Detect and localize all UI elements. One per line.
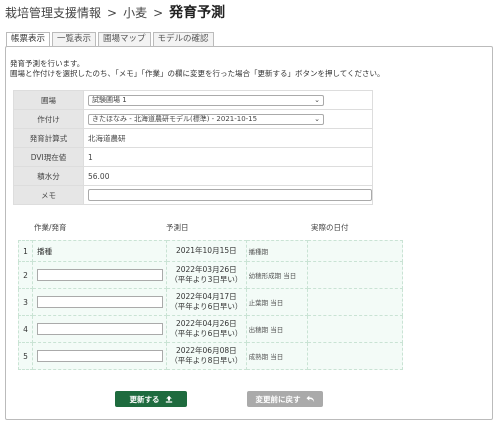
undo-icon [306, 395, 314, 403]
row-number: 5 [18, 342, 33, 370]
intro-line-2: 圃場と作付けを選択したのち、「メモ」「作業」の欄に変更を行った場合「更新する」ボ… [10, 69, 385, 78]
stage-label: 出穂期 当日 [245, 315, 309, 343]
table-row: 1 播種 2021年10月15日 播種期 [18, 240, 403, 262]
chevron-down-icon: ⌄ [314, 114, 320, 123]
schedule-table: 1 播種 2021年10月15日 播種期 2 2022年03月26日 （平年より… [18, 240, 403, 370]
stage-label: 成熟期 当日 [245, 342, 309, 370]
predicted-date-value: 2021年10月15日 [175, 246, 237, 255]
table-row: 4 2022年04月26日 （平年より6日早い） 出穂期 当日 [18, 315, 403, 343]
row-number: 3 [18, 288, 33, 316]
actual-date-cell [307, 261, 403, 289]
stage-label: 幼穂形成期 当日 [245, 261, 309, 289]
work-text: 播種 [31, 240, 167, 262]
water-value: 56.00 [83, 166, 373, 186]
predicted-date: 2022年06月08日 （平年より8日早い） [165, 342, 247, 370]
tab-form-view[interactable]: 帳票表示 [6, 32, 51, 47]
predicted-date: 2022年03月26日 （平年より3日早い） [165, 261, 247, 289]
memo-label: メモ [13, 185, 84, 205]
predicted-date-note: （平年より6日早い） [170, 329, 243, 338]
intro-line-1: 発育予測を行います。 [10, 59, 85, 68]
update-button-label: 更新する [129, 394, 160, 404]
breadcrumb-separator: > [153, 6, 164, 20]
chevron-down-icon: ⌄ [314, 95, 320, 104]
work-input[interactable] [36, 323, 163, 335]
revert-button[interactable]: 変更前に戻す [247, 391, 323, 407]
predicted-date: 2021年10月15日 [165, 240, 247, 262]
predicted-date-value: 2022年06月08日 [175, 346, 237, 355]
row-number: 2 [18, 261, 33, 289]
predicted-date-note: （平年より6日早い） [170, 302, 243, 311]
page-title: 発育予測 [169, 5, 226, 21]
crop-label: 作付け [13, 109, 84, 129]
field-select-value: 試験圃場 1 [92, 95, 127, 104]
actual-date-cell [307, 240, 403, 262]
table-row: 3 2022年04月17日 （平年より6日早い） 止葉期 当日 [18, 288, 403, 316]
crop-select-value: きたほなみ - 北海道農研モデル(標準) - 2021-10-15 [92, 114, 258, 123]
breadcrumb-root[interactable]: 栽培管理支援情報 [5, 4, 101, 21]
column-header-actual: 実際の日付 [311, 223, 349, 232]
method-value: 北海道農研 [83, 128, 373, 148]
row-number: 4 [18, 315, 33, 343]
crop-select[interactable]: きたほなみ - 北海道農研モデル(標準) - 2021-10-15 ⌄ [88, 113, 324, 125]
work-input[interactable] [36, 350, 163, 362]
tab-list-view[interactable]: 一覧表示 [52, 32, 97, 46]
table-row: 5 2022年06月08日 （平年より8日早い） 成熟期 当日 [18, 342, 403, 370]
actual-date-cell [307, 342, 403, 370]
field-select[interactable]: 試験圃場 1 ⌄ [88, 94, 324, 106]
predicted-date-value: 2022年04月17日 [175, 292, 237, 301]
field-label: 圃場 [13, 90, 84, 110]
column-header-predicted: 予測日 [166, 223, 189, 232]
predicted-date-value: 2022年03月26日 [175, 265, 237, 274]
tab-field-map[interactable]: 圃場マップ [98, 32, 151, 46]
work-input[interactable] [36, 269, 163, 281]
predicted-date-note: （平年より8日早い） [170, 356, 243, 365]
predicted-date: 2022年04月17日 （平年より6日早い） [165, 288, 247, 316]
predicted-date-value: 2022年04月26日 [175, 319, 237, 328]
dvi-value: 1 [83, 147, 373, 167]
breadcrumb: 栽培管理支援情報 > 小麦 > 発育予測 [5, 2, 225, 22]
actual-date-cell [307, 315, 403, 343]
tab-model-check[interactable]: モデルの確認 [152, 32, 214, 46]
breadcrumb-wheat[interactable]: 小麦 [123, 4, 147, 21]
method-label: 発育計算式 [13, 128, 84, 148]
actual-date-cell [307, 288, 403, 316]
intro-text: 発育予測を行います。 圃場と作付けを選択したのち、「メモ」「作業」の欄に変更を行… [10, 59, 385, 79]
memo-input[interactable] [88, 189, 372, 201]
predicted-date-note: （平年より3日早い） [170, 275, 243, 284]
work-input[interactable] [36, 296, 163, 308]
stage-label: 播種期 [245, 240, 309, 262]
info-table: 圃場 試験圃場 1 ⌄ 作付け きたほなみ - 北海道農研モデル(標準) - 2… [13, 90, 373, 205]
dvi-label: DVI現在値 [13, 147, 84, 167]
breadcrumb-separator: > [107, 6, 118, 20]
upload-icon [165, 395, 172, 403]
table-row: 2 2022年03月26日 （平年より3日早い） 幼穂形成期 当日 [18, 261, 403, 289]
revert-button-label: 変更前に戻す [255, 394, 301, 404]
update-button[interactable]: 更新する [115, 391, 187, 407]
row-number: 1 [18, 240, 33, 262]
water-label: 積水分 [13, 166, 84, 186]
stage-label: 止葉期 当日 [245, 288, 309, 316]
tab-bar: 帳票表示 一覧表示 圃場マップ モデルの確認 [6, 32, 216, 47]
column-header-work: 作業/発育 [34, 223, 67, 232]
predicted-date: 2022年04月26日 （平年より6日早い） [165, 315, 247, 343]
